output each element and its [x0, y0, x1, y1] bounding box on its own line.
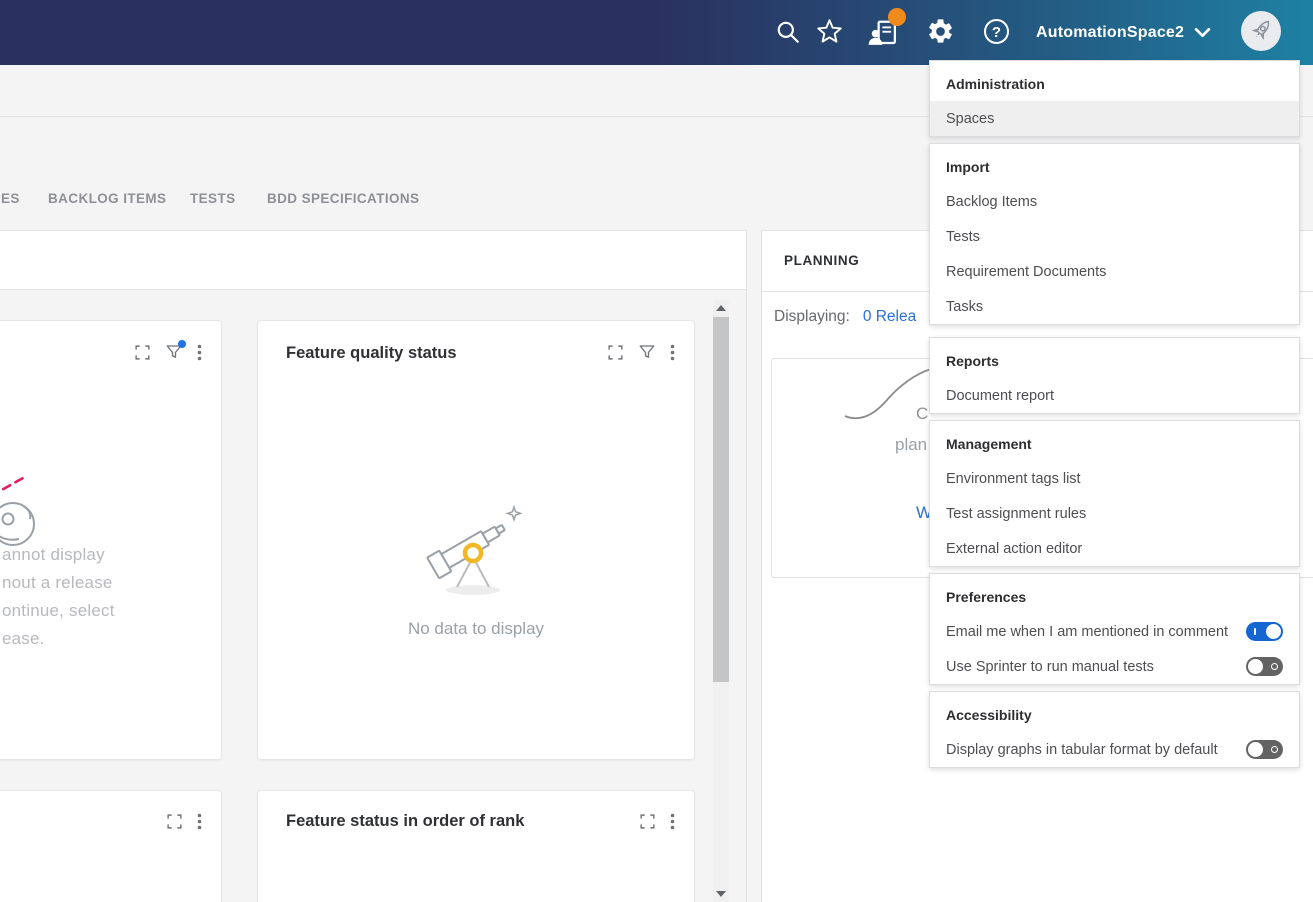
- filter-active-dot: [178, 340, 186, 348]
- filter-icon[interactable]: [638, 343, 656, 361]
- expand-icon[interactable]: [607, 344, 624, 361]
- tab-bdd-specifications[interactable]: BDD SPECIFICATIONS: [267, 191, 419, 206]
- tab-features-cut[interactable]: ES: [1, 191, 20, 206]
- use-sprinter-toggle[interactable]: [1246, 657, 1283, 676]
- widget-title: Feature quality status: [286, 344, 457, 363]
- tabular-graphs-toggle[interactable]: [1246, 740, 1283, 759]
- tab-tests[interactable]: TESTS: [190, 191, 236, 206]
- widget-title: Feature status in order of rank: [286, 812, 524, 831]
- empty-message-line: nout a release: [2, 573, 113, 593]
- search-icon[interactable]: [775, 19, 801, 50]
- menu-section-title: Administration: [930, 61, 1299, 101]
- empty-message-line: annot display: [2, 545, 105, 565]
- user-avatar[interactable]: [1241, 11, 1281, 51]
- kebab-menu-icon[interactable]: [197, 813, 202, 830]
- releases-link[interactable]: 0 Relea: [863, 308, 916, 326]
- scroll-up-button[interactable]: [713, 300, 729, 316]
- arrow-down-icon: [716, 891, 726, 897]
- user-settings-dropdown: Administration Spaces Import Backlog Ite…: [929, 60, 1300, 774]
- planning-title: PLANNING: [784, 253, 859, 268]
- kebab-menu-icon[interactable]: [197, 344, 202, 361]
- notification-badge: [888, 8, 906, 26]
- expand-icon[interactable]: [134, 344, 151, 361]
- kebab-menu-icon[interactable]: [670, 344, 675, 361]
- content-divider-line: [746, 230, 747, 902]
- planning-text-fragment: plan: [895, 435, 927, 455]
- menu-section-title: Reports: [930, 338, 1299, 378]
- tab-backlog-items[interactable]: BACKLOG ITEMS: [48, 191, 166, 206]
- email-mention-toggle[interactable]: [1246, 622, 1283, 641]
- telescope-icon: [411, 493, 541, 605]
- widget-feature-quality-status: Feature quality status: [257, 320, 695, 760]
- rocket-icon: [1247, 17, 1275, 45]
- menu-item-requirement-documents[interactable]: Requirement Documents: [930, 254, 1299, 289]
- displaying-label: Displaying:: [774, 308, 850, 326]
- no-data-text: No data to display: [408, 619, 544, 639]
- menu-item-use-sprinter: Use Sprinter to run manual tests: [930, 649, 1299, 684]
- chevron-down-icon: [1194, 27, 1211, 38]
- space-switcher[interactable]: AutomationSpace2: [1036, 0, 1211, 65]
- menu-item-backlog-items[interactable]: Backlog Items: [930, 184, 1299, 219]
- svg-text:?: ?: [992, 24, 1001, 41]
- toggle-label: Email me when I am mentioned in comment: [946, 624, 1228, 640]
- app-screen: ES BACKLOG ITEMS TESTS BDD SPECIFICATION…: [0, 0, 1313, 902]
- menu-section-preferences: Preferences Email me when I am mentioned…: [929, 573, 1300, 685]
- arrow-up-icon: [716, 305, 726, 311]
- scroll-down-button[interactable]: [713, 886, 729, 902]
- vertical-scrollbar[interactable]: [713, 300, 729, 902]
- menu-section-administration: Administration Spaces: [929, 60, 1300, 137]
- expand-icon[interactable]: [166, 813, 183, 830]
- toggle-label: Display graphs in tabular format by defa…: [946, 742, 1218, 758]
- planning-text-fragment: C: [916, 404, 928, 424]
- dashboard-toolbar: [0, 230, 747, 290]
- scrollbar-thumb[interactable]: [713, 317, 729, 682]
- menu-section-management: Management Environment tags list Test as…: [929, 420, 1300, 567]
- menu-item-email-mention: Email me when I am mentioned in comment: [930, 614, 1299, 649]
- menu-item-environment-tags-list[interactable]: Environment tags list: [930, 461, 1299, 496]
- menu-item-document-report[interactable]: Document report: [930, 378, 1299, 413]
- menu-item-tabular-graphs: Display graphs in tabular format by defa…: [930, 732, 1299, 767]
- empty-message-line: ease.: [2, 629, 45, 649]
- menu-item-tasks[interactable]: Tasks: [930, 289, 1299, 324]
- menu-section-import: Import Backlog Items Tests Requirement D…: [929, 143, 1300, 325]
- globe-comet-icon: [0, 468, 53, 556]
- toggle-label: Use Sprinter to run manual tests: [946, 659, 1154, 675]
- menu-section-accessibility: Accessibility Display graphs in tabular …: [929, 691, 1300, 768]
- menu-item-external-action-editor[interactable]: External action editor: [930, 531, 1299, 566]
- menu-section-title: Management: [930, 421, 1299, 461]
- settings-gear-icon[interactable]: [926, 17, 955, 51]
- kebab-menu-icon[interactable]: [670, 813, 675, 830]
- empty-message-line: ontinue, select: [2, 601, 115, 621]
- top-navigation-bar: ? AutomationSpace2: [0, 0, 1313, 65]
- help-icon[interactable]: ?: [983, 18, 1010, 50]
- menu-item-test-assignment-rules[interactable]: Test assignment rules: [930, 496, 1299, 531]
- menu-item-tests[interactable]: Tests: [930, 219, 1299, 254]
- menu-section-reports: Reports Document report: [929, 337, 1300, 414]
- filter-icon[interactable]: [165, 343, 183, 361]
- menu-section-title: Preferences: [930, 574, 1299, 614]
- menu-item-spaces[interactable]: Spaces: [930, 101, 1299, 136]
- menu-section-title: Accessibility: [930, 692, 1299, 732]
- expand-icon[interactable]: [639, 813, 656, 830]
- favorites-star-icon[interactable]: [816, 18, 843, 50]
- widget-bottom-left: [0, 790, 222, 902]
- menu-section-title: Import: [930, 144, 1299, 184]
- space-name: AutomationSpace2: [1036, 24, 1184, 42]
- widget-feature-status-rank: Feature status in order of rank: [257, 790, 695, 902]
